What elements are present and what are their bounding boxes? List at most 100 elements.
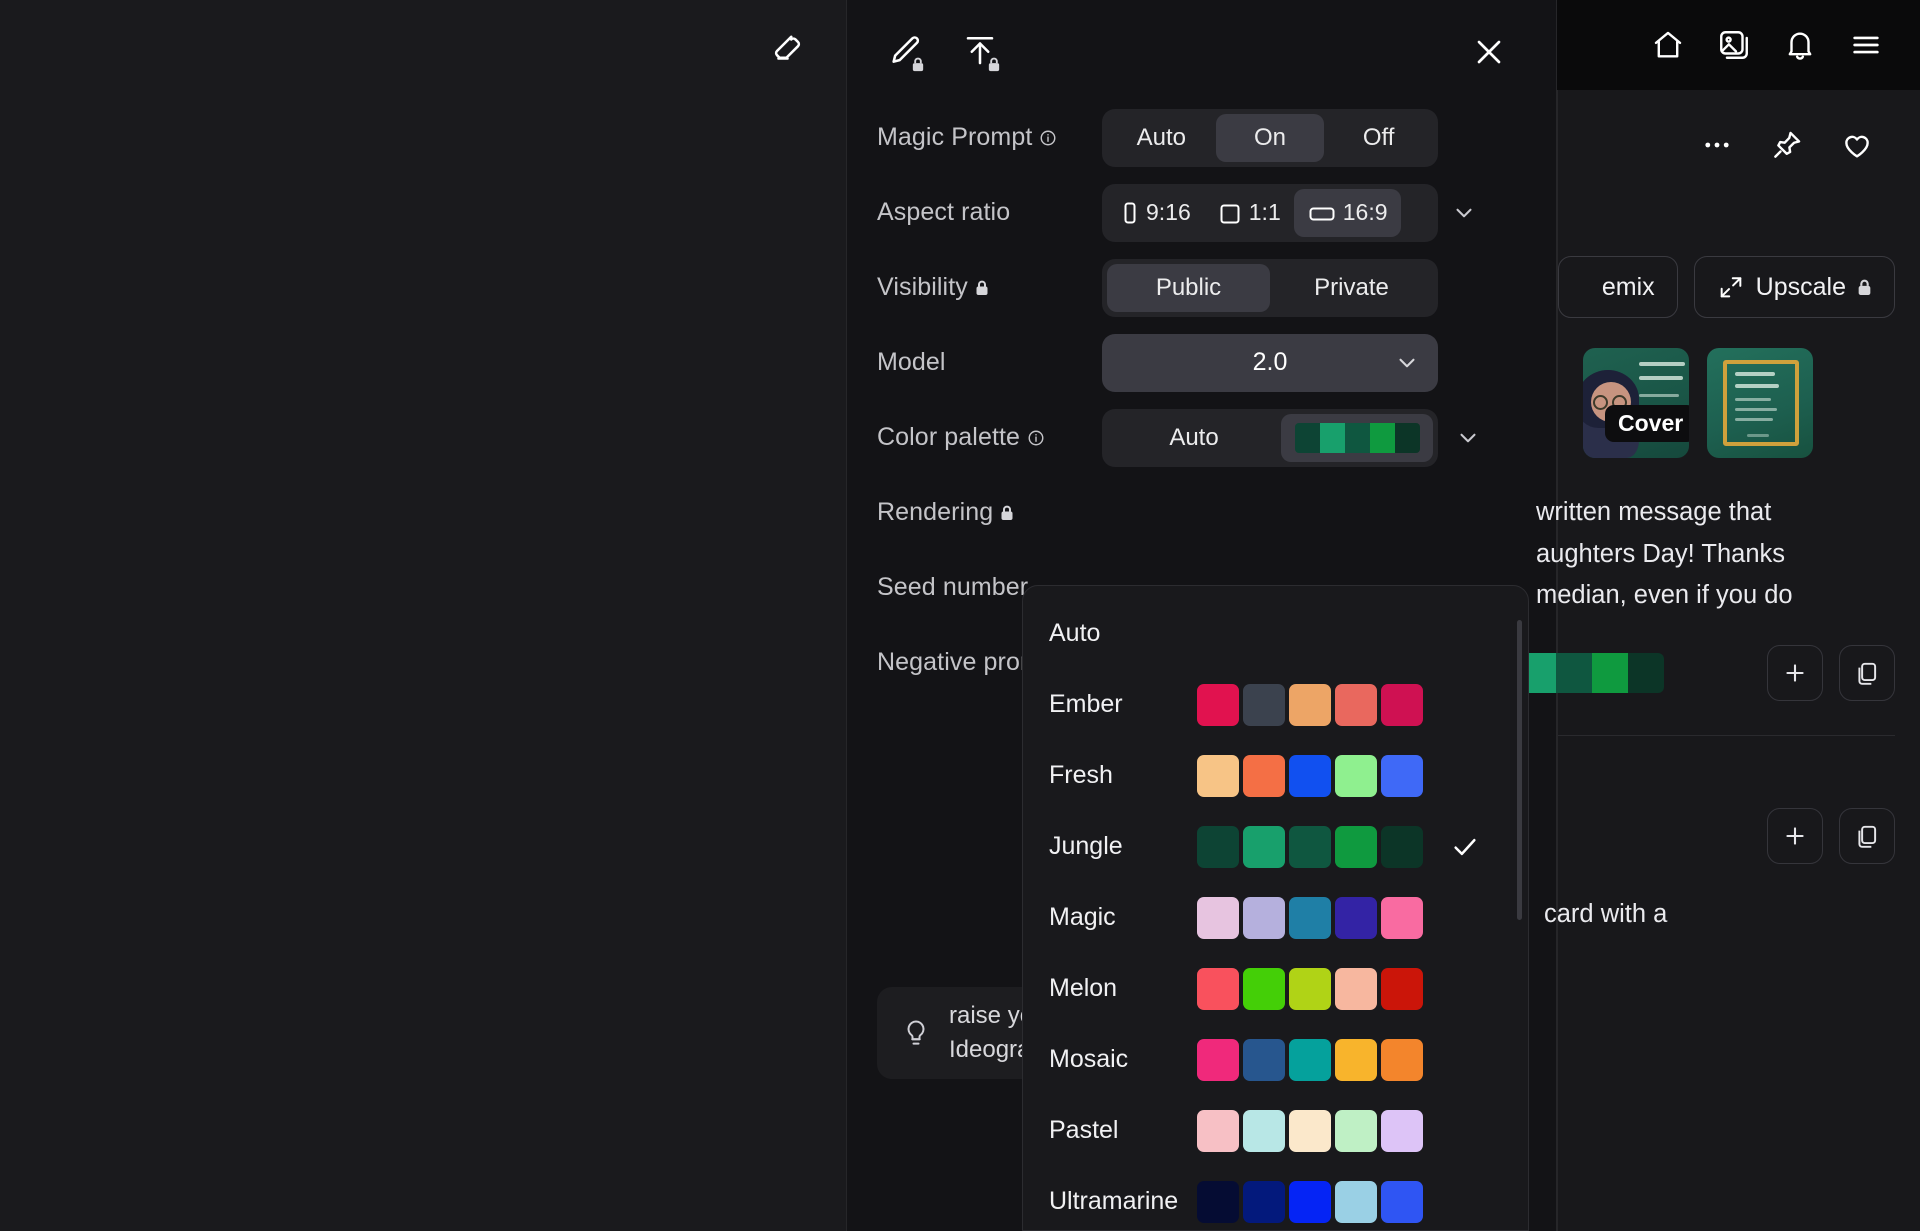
home-icon[interactable] [1642,19,1694,71]
more-options-icon[interactable] [1694,122,1740,168]
second-action-buttons [1767,764,1920,864]
palette-option-swatches [1197,1109,1423,1152]
setting-label-text: Magic Prompt [877,123,1033,151]
palette-swatch [1335,896,1377,939]
palette-option-magic[interactable]: Magic [1023,882,1528,953]
palette-swatch [1335,1180,1377,1223]
right-column: emix Upscale Cover written message that … [1520,0,1920,1231]
info-icon[interactable] [1039,129,1057,147]
aspect-ratio-label: 16:9 [1342,199,1388,225]
gallery-icon[interactable] [1708,19,1760,71]
copy-icon[interactable] [1839,807,1895,864]
lock-icon [912,57,924,72]
palette-swatch [1289,683,1331,726]
palette-option-pastel[interactable]: Pastel [1023,1095,1528,1166]
palette-option-fresh[interactable]: Fresh [1023,740,1528,811]
pin-icon[interactable] [1764,122,1810,168]
setting-label: Magic Prompt [877,123,1102,152]
palette-option-ember[interactable]: Ember [1023,669,1528,740]
card-action-bar [1558,90,1920,168]
setting-label: Rendering [877,498,1102,527]
magic-prompt-option-off[interactable]: Off [1324,114,1433,162]
thumbnail-second[interactable] [1707,348,1813,458]
tip-line-2: Ideogra [949,1036,1031,1063]
palette-option-melon[interactable]: Melon [1023,953,1528,1024]
palette-swatch [1197,1180,1239,1223]
aspect-ratio-option-16-9[interactable]: 16:9 [1293,188,1401,237]
aspect-ratio-option-1-1[interactable]: 1:1 [1204,189,1294,237]
setting-control: Public Private [1102,258,1556,317]
bell-icon[interactable] [1774,19,1826,71]
tail-prompt-text: card with a [1544,899,1668,928]
thumbnail-cover[interactable]: Cover [1583,348,1689,458]
magic-prompt-option-auto[interactable]: Auto [1107,114,1216,162]
palette-option-jungle[interactable]: Jungle [1023,811,1528,882]
palette-option-label: Melon [1049,974,1118,1002]
model-value: 2.0 [1252,348,1288,376]
color-palette-auto-option[interactable]: Auto [1107,424,1281,452]
palette-swatches[interactable] [1520,652,1664,693]
visibility-option-public[interactable]: Public [1107,263,1270,312]
palette-swatch [1335,754,1377,797]
palette-swatch [1197,1038,1239,1081]
palette-swatch [1335,1038,1377,1081]
landscape-icon [1309,207,1335,220]
palette-swatch [1335,967,1377,1010]
palette-option-auto[interactable]: Auto [1023,598,1528,669]
dropdown-scrollbar-track[interactable] [1517,600,1525,1220]
remix-button[interactable]: emix [1557,256,1678,318]
chevron-down-icon[interactable] [1442,409,1494,467]
upload-icon[interactable] [953,24,1007,78]
remix-label: emix [1601,272,1655,301]
eraser-icon[interactable] [760,22,812,74]
chevron-down-icon[interactable] [1438,184,1490,242]
lightbulb-icon [901,1018,931,1048]
dropdown-scrollbar-thumb[interactable] [1517,620,1522,920]
pencil-edit-icon[interactable] [877,24,931,78]
tip-text: raise yo Ideogra [949,999,1033,1067]
setting-label-text: Rendering [877,498,994,526]
palette-option-mosaic[interactable]: Mosaic [1023,1024,1528,1095]
aspect-ratio-option-9-16[interactable]: 9:16 [1107,189,1204,237]
palette-swatch [1335,825,1377,868]
copy-icon[interactable] [1839,644,1895,701]
setting-row-color-palette: Color palette Auto [847,400,1556,475]
setting-label-text: Color palette [877,423,1021,451]
setting-row-model: Model 2.0 [847,325,1556,400]
heart-icon[interactable] [1834,122,1880,168]
tip-line-1: raise yo [949,1001,1034,1029]
visibility-option-private[interactable]: Private [1270,264,1433,312]
palette-option-label: Auto [1049,619,1101,647]
palette-preview-swatch [1394,422,1420,453]
setting-label: Color palette [877,423,1102,452]
palette-swatch [1381,1038,1423,1081]
palette-preview-swatch [1319,422,1345,453]
color-palette-dropdown: Auto Ember Fresh Jungle Magic Melon Mosaic Past… [1022,585,1529,1231]
close-icon[interactable] [1462,25,1516,79]
add-icon[interactable] [1767,644,1823,701]
prompt-line: written message that [1536,498,1772,526]
upscale-button[interactable]: Upscale [1693,256,1895,318]
palette-swatch [1289,754,1331,797]
model-select[interactable]: 2.0 [1102,333,1438,392]
lock-icon [975,280,989,296]
palette-option-label: Ultramarine [1049,1187,1179,1215]
palette-option-swatches [1197,896,1423,939]
portrait-icon [1124,202,1136,223]
setting-row-visibility: Visibility Public Private [847,250,1556,325]
color-palette-selected-swatches[interactable] [1281,413,1433,462]
palette-swatch [1243,1109,1285,1152]
palette-swatch [1381,1180,1423,1223]
palette-option-ultramarine[interactable]: Ultramarine [1023,1166,1528,1230]
magic-prompt-option-on[interactable]: On [1215,113,1325,162]
add-icon[interactable] [1767,807,1823,864]
palette-option-swatches [1197,754,1423,797]
color-palette-control: Auto [1102,408,1438,467]
menu-icon[interactable] [1840,19,1892,71]
palette-option-label: Ember [1049,690,1123,718]
info-icon[interactable] [1027,429,1045,447]
palette-swatch [1197,825,1239,868]
thumbnail-strip: Cover [1558,318,1920,458]
palette-swatch [1381,754,1423,797]
setting-label-text: Model [877,348,946,376]
